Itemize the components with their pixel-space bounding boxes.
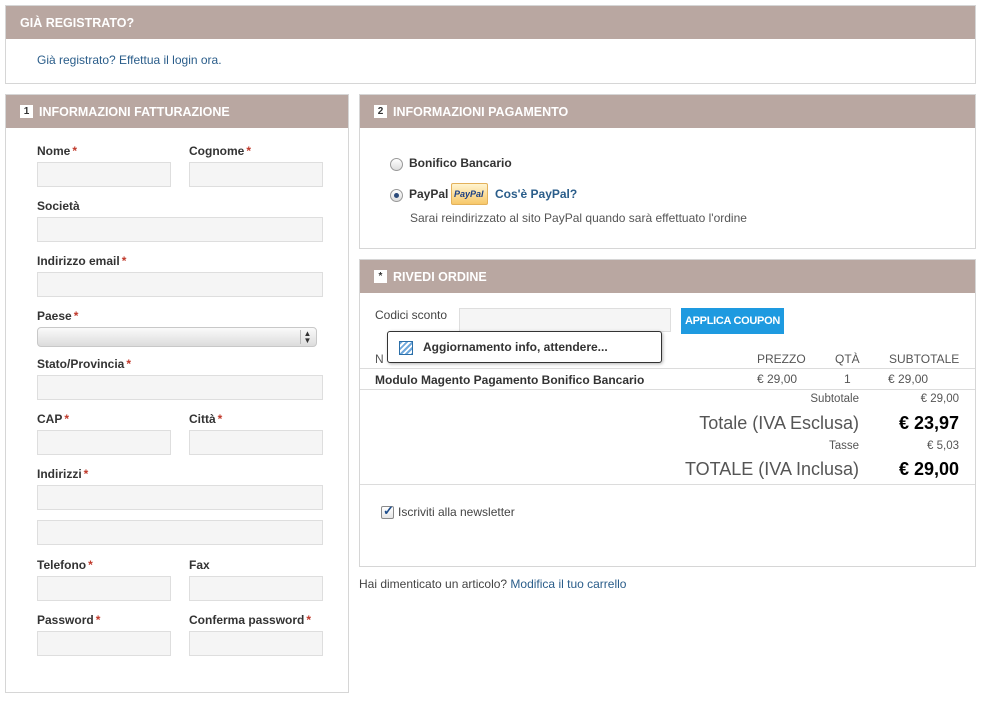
already-registered-title: GIÀ REGISTRATO? (20, 15, 135, 30)
cap-label: CAP * (37, 412, 70, 426)
review-order-panel: * RIVEDI ORDINE Codici sconto APPLICA CO… (359, 259, 976, 567)
coupon-label: Codici sconto (375, 308, 448, 322)
checkmark-icon: ✓ (383, 503, 394, 518)
telefono-input[interactable] (37, 576, 171, 601)
column-price-header: PREZZO (757, 352, 806, 366)
indirizzo-input-1[interactable] (37, 485, 323, 510)
subtotal-value: € 29,00 (920, 393, 959, 405)
password-label: Password * (37, 613, 101, 627)
paypal-radio[interactable] (390, 189, 403, 202)
review-step-number: * (374, 270, 387, 283)
column-subtotal-header: SUBTOTALE (889, 352, 960, 366)
telefono-label: Telefono * (37, 558, 93, 572)
item-qty: 1 (844, 372, 851, 386)
citta-input[interactable] (189, 430, 323, 455)
email-input[interactable] (37, 272, 323, 297)
forgot-item-label: Hai dimenticato un articolo? (359, 577, 508, 591)
item-price: € 29,00 (757, 372, 798, 386)
coupon-input[interactable] (459, 308, 671, 332)
subtotal-label: Subtotale (810, 393, 859, 405)
login-link[interactable]: Già registrato? Effettua il login ora. (37, 53, 222, 67)
item-name: Modulo Magento Pagamento Bonifico Bancar… (375, 373, 645, 387)
cognome-input[interactable] (189, 162, 323, 187)
conferma-password-input[interactable] (189, 631, 323, 656)
apply-coupon-button[interactable]: APPLICA COUPON (681, 308, 784, 334)
item-subtotal: € 29,00 (888, 372, 929, 386)
fax-label: Fax (189, 558, 210, 572)
bonifico-label[interactable]: Bonifico Bancario (409, 156, 512, 170)
table-row-divider (360, 389, 975, 390)
email-label: Indirizzo email * (37, 254, 127, 268)
forgot-item-text: Hai dimenticato un articolo? Modifica il… (359, 577, 626, 591)
already-registered-header: GIÀ REGISTRATO? (6, 6, 975, 39)
billing-panel: 1 INFORMAZIONI FATTURAZIONE Nome * Cognom… (5, 94, 349, 693)
tax-value: € 5,03 (927, 440, 959, 452)
total-excl-value: € 23,97 (898, 413, 959, 433)
column-name-header: N (375, 352, 384, 366)
review-title: RIVEDI ORDINE (393, 269, 487, 284)
billing-title: INFORMAZIONI FATTURAZIONE (39, 104, 230, 119)
payment-panel: 2 INFORMAZIONI PAGAMENTO Bonifico Bancar… (359, 94, 976, 249)
bonifico-radio[interactable] (390, 158, 403, 171)
whats-paypal-link[interactable]: Cos'è PayPal? (495, 187, 577, 201)
loading-text: Aggiornamento info, attendere... (423, 340, 608, 354)
paypal-label[interactable]: PayPal (409, 187, 448, 201)
payment-step-number: 2 (374, 105, 387, 118)
total-excl-label: Totale (IVA Esclusa) (699, 413, 859, 433)
already-registered-panel: GIÀ REGISTRATO? Già registrato? Effettua… (5, 5, 976, 84)
newsletter-checkbox[interactable]: ✓ (381, 503, 394, 519)
societa-label: Società (37, 199, 80, 213)
billing-step-number: 1 (20, 105, 33, 118)
societa-input[interactable] (37, 217, 323, 242)
payment-title: INFORMAZIONI PAGAMENTO (393, 104, 569, 119)
citta-label: Città * (189, 412, 223, 426)
nome-input[interactable] (37, 162, 171, 187)
tax-label: Tasse (828, 440, 859, 452)
total-incl-label: TOTALE (IVA Inclusa) (684, 459, 859, 479)
paese-select[interactable]: ▲ ▼ (37, 327, 317, 347)
newsletter-label[interactable]: Iscriviti alla newsletter (398, 505, 515, 519)
nome-label: Nome * (37, 144, 78, 158)
loading-icon (399, 341, 413, 355)
totals-divider (360, 484, 975, 485)
select-arrows-icon: ▲ ▼ (300, 330, 314, 345)
cap-input[interactable] (37, 430, 171, 455)
password-input[interactable] (37, 631, 171, 656)
paypal-logo-text: PayPal (454, 189, 484, 199)
stato-input[interactable] (37, 375, 323, 400)
conferma-password-label: Conferma password * (189, 613, 312, 627)
paypal-logo: PayPal (451, 183, 488, 205)
fax-input[interactable] (189, 576, 323, 601)
column-qty-header: QTÀ (835, 352, 860, 366)
table-header-divider (360, 368, 975, 369)
edit-cart-link[interactable]: Modifica il tuo carrello (510, 577, 626, 591)
total-incl-value: € 29,00 (898, 459, 959, 479)
paypal-redirect-note: Sarai reindirizzato al sito PayPal quand… (410, 211, 747, 225)
payment-header: 2 INFORMAZIONI PAGAMENTO (360, 95, 975, 128)
indirizzi-label: Indirizzi * (37, 467, 89, 481)
billing-header: 1 INFORMAZIONI FATTURAZIONE (6, 95, 348, 128)
paese-label: Paese * (37, 309, 79, 323)
indirizzo-input-2[interactable] (37, 520, 323, 545)
cognome-label: Cognome * (189, 144, 252, 158)
loading-message: Aggiornamento info, attendere... (387, 331, 662, 363)
stato-label: Stato/Provincia * (37, 357, 132, 371)
review-header: * RIVEDI ORDINE (360, 260, 975, 293)
